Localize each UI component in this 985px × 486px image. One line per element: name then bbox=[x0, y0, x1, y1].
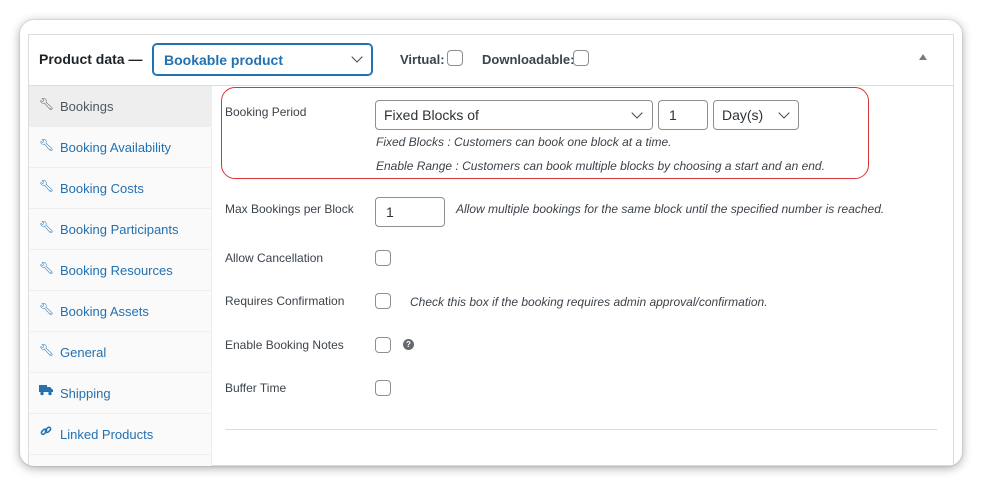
product-data-panel: Product data — Bookable product Virtual:… bbox=[28, 34, 954, 466]
help-icon[interactable]: ? bbox=[403, 339, 414, 350]
chevron-down-icon bbox=[778, 107, 790, 119]
downloadable-label: Downloadable: bbox=[482, 52, 575, 67]
wrench-icon: 🔧︎ bbox=[39, 220, 55, 234]
booking-period-unit-value: Day(s) bbox=[722, 107, 764, 123]
booking-period-unit-select[interactable]: Day(s) bbox=[713, 100, 799, 130]
booking-period-fixed-desc: Fixed Blocks : Customers can book one bl… bbox=[376, 135, 672, 149]
allow-cancellation-checkbox[interactable] bbox=[375, 250, 391, 266]
booking-period-type-value: Fixed Blocks of bbox=[384, 107, 479, 123]
tab-label: Shipping bbox=[60, 386, 111, 401]
wrench-icon: 🔧︎ bbox=[39, 261, 55, 275]
tab-label: Booking Assets bbox=[60, 304, 149, 319]
wrench-icon: 🔧︎ bbox=[39, 97, 55, 111]
booking-period-count-input[interactable]: 1 bbox=[658, 100, 708, 130]
wrench-icon: 🔧︎ bbox=[39, 179, 55, 193]
product-data-title: Product data — bbox=[39, 51, 143, 67]
section-divider bbox=[225, 429, 937, 430]
tab-booking-participants[interactable]: 🔧︎ Booking Participants bbox=[29, 209, 212, 250]
downloadable-checkbox[interactable] bbox=[573, 50, 589, 66]
collapse-arrow-icon[interactable] bbox=[919, 54, 927, 60]
booking-period-type-select[interactable]: Fixed Blocks of bbox=[375, 100, 653, 130]
max-bookings-input[interactable]: 1 bbox=[375, 197, 445, 227]
tab-general[interactable]: 🔧︎ General bbox=[29, 332, 212, 373]
requires-confirmation-label: Requires Confirmation bbox=[225, 294, 345, 308]
tab-shipping[interactable]: Shipping bbox=[29, 373, 212, 414]
virtual-checkbox[interactable] bbox=[447, 50, 463, 66]
wrench-icon: 🔧︎ bbox=[39, 138, 55, 152]
buffer-time-label: Buffer Time bbox=[225, 381, 287, 395]
chevron-down-icon bbox=[351, 51, 363, 63]
tab-label: Booking Participants bbox=[60, 222, 179, 237]
truck-icon bbox=[39, 384, 53, 399]
link-icon bbox=[39, 425, 53, 440]
requires-confirmation-desc: Check this box if the booking requires a… bbox=[410, 295, 768, 309]
tab-label: General bbox=[60, 345, 107, 360]
tab-label: Booking Resources bbox=[60, 263, 173, 278]
product-data-tabs: 🔧︎ Bookings 🔧︎ Booking Availability 🔧︎ B… bbox=[29, 86, 212, 466]
buffer-time-checkbox[interactable] bbox=[375, 380, 391, 396]
wrench-icon: 🔧︎ bbox=[39, 302, 55, 316]
product-data-header: Product data — Bookable product Virtual:… bbox=[29, 35, 953, 86]
booking-period-range-desc: Enable Range : Customers can book multip… bbox=[376, 159, 825, 173]
wrench-icon: 🔧︎ bbox=[39, 343, 55, 357]
screenshot-window: Product data — Bookable product Virtual:… bbox=[20, 20, 962, 466]
tab-label: Booking Availability bbox=[60, 140, 172, 155]
tab-booking-assets[interactable]: 🔧︎ Booking Assets bbox=[29, 291, 212, 332]
allow-cancellation-label: Allow Cancellation bbox=[225, 251, 324, 265]
tab-bookings[interactable]: 🔧︎ Bookings bbox=[29, 86, 212, 127]
booking-period-label: Booking Period bbox=[225, 105, 307, 119]
virtual-label: Virtual: bbox=[400, 52, 445, 67]
chevron-down-icon bbox=[631, 107, 643, 119]
tab-label: Booking Costs bbox=[60, 181, 144, 196]
max-bookings-label: Max Bookings per Block bbox=[225, 202, 354, 216]
requires-confirmation-checkbox[interactable] bbox=[375, 293, 391, 309]
tab-label: Bookings bbox=[60, 99, 114, 114]
tab-booking-availability[interactable]: 🔧︎ Booking Availability bbox=[29, 127, 212, 168]
product-type-select[interactable]: Bookable product bbox=[153, 44, 372, 75]
product-type-value: Bookable product bbox=[164, 52, 284, 68]
tab-linked-products[interactable]: Linked Products bbox=[29, 414, 212, 455]
tab-booking-costs[interactable]: 🔧︎ Booking Costs bbox=[29, 168, 212, 209]
booking-notes-checkbox[interactable] bbox=[375, 337, 391, 353]
max-bookings-desc: Allow multiple bookings for the same blo… bbox=[456, 202, 885, 216]
booking-notes-label: Enable Booking Notes bbox=[225, 338, 344, 352]
tab-label: Linked Products bbox=[60, 427, 154, 442]
tab-booking-resources[interactable]: 🔧︎ Booking Resources bbox=[29, 250, 212, 291]
